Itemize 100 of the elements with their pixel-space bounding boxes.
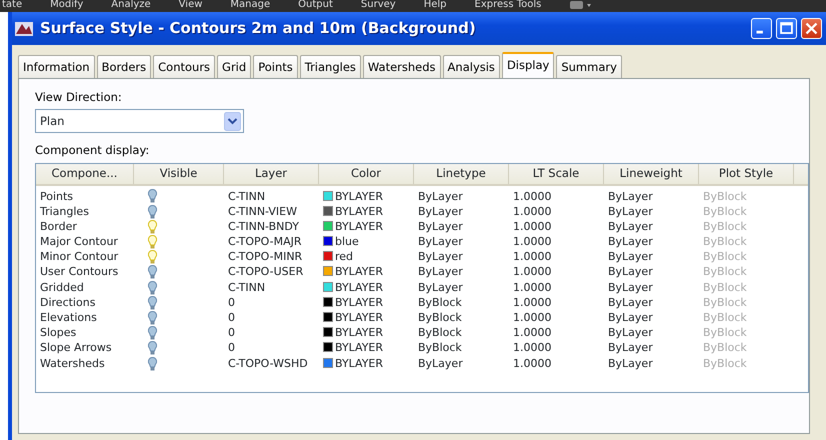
tab[interactable]: Summary — [556, 54, 622, 78]
table-cell-text: ByLayer — [607, 204, 654, 219]
table-cell-text: 0 — [227, 294, 236, 310]
table-cell-text: 0 — [227, 310, 236, 326]
table-cell-text: ByBlock — [702, 264, 748, 280]
table-cell-text: ByBlock — [417, 294, 463, 310]
table-cell-text: 0 — [227, 340, 236, 356]
table-cell-text: Directions — [39, 294, 96, 310]
table-cell-text: C-TINN — [227, 280, 266, 295]
table-cell-text: ByLayer — [607, 188, 654, 204]
table-cell-text: Slope Arrows — [39, 340, 113, 356]
column-header[interactable]: Linetype — [414, 164, 509, 184]
table-cell-text: 1.0000 — [512, 264, 552, 280]
table-cell: BYLAYER — [335, 190, 384, 202]
tab[interactable]: Contours — [153, 54, 216, 78]
table-cell-text: ByBlock — [417, 310, 463, 326]
table-cell-text: 1.0000 — [512, 204, 552, 219]
table-cell-text: ByLayer — [417, 188, 464, 204]
table-cell: BYLAYER — [335, 204, 384, 218]
table-cell-text: ByBlock — [417, 340, 463, 356]
table-cell: BYLAYER — [335, 356, 384, 370]
table-cell: red — [335, 250, 354, 264]
table-cell-text: Gridded — [39, 280, 85, 295]
table-cell-text: ByLayer — [607, 356, 654, 371]
table-cell-text: Triangles — [39, 204, 90, 219]
table-cell-text: 1.0000 — [512, 340, 552, 356]
table-cell-text: 0 — [227, 325, 236, 340]
table-cell-text: ByLayer — [417, 234, 464, 250]
table-cell-text: ByBlock — [702, 294, 748, 310]
table-cell-text: C-TINN — [227, 188, 266, 204]
table-cell-text: Elevations — [39, 310, 98, 326]
table-cell-text: 1.0000 — [512, 310, 552, 326]
table-cell-text: 1.0000 — [512, 188, 552, 204]
table-cell-text: C-TOPO-WSHD — [227, 356, 309, 371]
table-cell-text: 1.0000 — [512, 218, 552, 234]
column-header[interactable]: Color — [319, 164, 414, 184]
table-cell-text: Slopes — [39, 325, 78, 340]
table-cell-text: C-TINN-VIEW — [227, 204, 298, 219]
tab[interactable]: Analysis — [442, 54, 500, 78]
table-cell-text: ByLayer — [417, 356, 464, 371]
tab[interactable]: Grid — [217, 54, 252, 78]
table-cell-text: Minor Contour — [39, 249, 120, 264]
table-cell: BYLAYER — [335, 296, 384, 309]
tab[interactable]: Triangles — [300, 54, 361, 78]
table-cell-text: ByBlock — [702, 325, 748, 340]
column-header[interactable]: Visible — [134, 164, 224, 184]
table-cell-text: ByLayer — [417, 280, 464, 295]
tab[interactable]: Points — [253, 54, 298, 78]
table-cell: BYLAYER — [335, 265, 384, 278]
table-cell: BYLAYER — [335, 311, 384, 324]
table-cell-text: ByBlock — [702, 234, 748, 250]
tab[interactable]: Information — [18, 54, 95, 78]
table-cell-text: ByBlock — [702, 204, 748, 219]
menu-item[interactable]: tate — [2, 0, 22, 12]
table-cell-text: ByLayer — [607, 340, 654, 356]
table-cell-text: ByLayer — [417, 204, 464, 219]
table-cell-text: ByLayer — [607, 280, 654, 295]
tab[interactable]: Watersheds — [362, 54, 441, 78]
table-cell-text: 1.0000 — [512, 325, 552, 340]
view-direction-dropdown[interactable]: Plan — [35, 109, 244, 134]
table-cell: BYLAYER — [335, 220, 384, 233]
table-cell-text: ByLayer — [607, 249, 654, 264]
table-cell-text: 1.0000 — [512, 356, 552, 371]
table-cell-text: 1.0000 — [512, 234, 552, 250]
table-cell-text: ByLayer — [607, 294, 654, 310]
table-cell-text: 1.0000 — [512, 294, 552, 310]
tab[interactable]: Borders — [96, 54, 152, 78]
table-cell-text: ByBlock — [702, 249, 748, 264]
field-label: View Direction: — [35, 89, 123, 106]
column-header[interactable]: Lineweight — [604, 164, 699, 184]
table-cell-text: Border — [39, 218, 78, 234]
menu-item[interactable]: Manage — [230, 0, 270, 12]
table-cell-text: ByLayer — [607, 218, 654, 234]
table-cell-text: ByBlock — [702, 310, 748, 326]
table-cell-text: Watersheds — [39, 356, 106, 371]
table-cell-text: ByLayer — [417, 264, 464, 280]
table-cell-text: ByLayer — [607, 310, 654, 326]
table-cell-text: ByLayer — [417, 249, 464, 264]
table-cell-text: ByLayer — [607, 234, 654, 250]
table-cell-text: C-TOPO-MINR — [227, 249, 304, 264]
column-header[interactable]: Layer — [224, 164, 319, 184]
table-cell-text: ByLayer — [607, 325, 654, 340]
table-cell-text: ByBlock — [702, 280, 748, 295]
table-cell-text: C-TINN-BNDY — [227, 218, 300, 234]
table-cell-text: ByLayer — [607, 264, 654, 280]
table-cell-text: 1.0000 — [512, 280, 552, 295]
table-cell: BYLAYER — [335, 341, 384, 354]
table-cell-text: Major Contour — [39, 234, 119, 250]
table-cell-text: User Contours — [39, 264, 120, 280]
tab[interactable]: Display — [502, 52, 554, 78]
section-label: Component display: — [35, 142, 150, 160]
table-cell-text: ByBlock — [702, 218, 748, 234]
table-cell-text: C-TOPO-MAJR — [227, 234, 302, 250]
column-header[interactable]: Compone... — [36, 164, 134, 184]
column-header[interactable]: Plot Style — [699, 164, 794, 184]
column-header[interactable]: LT Scale — [509, 164, 604, 184]
table-cell-text: 1.0000 — [512, 249, 552, 264]
table-cell: BYLAYER — [335, 326, 384, 340]
table-cell-text: ByBlock — [417, 325, 463, 340]
table-cell-text: C-TOPO-USER — [227, 264, 304, 280]
